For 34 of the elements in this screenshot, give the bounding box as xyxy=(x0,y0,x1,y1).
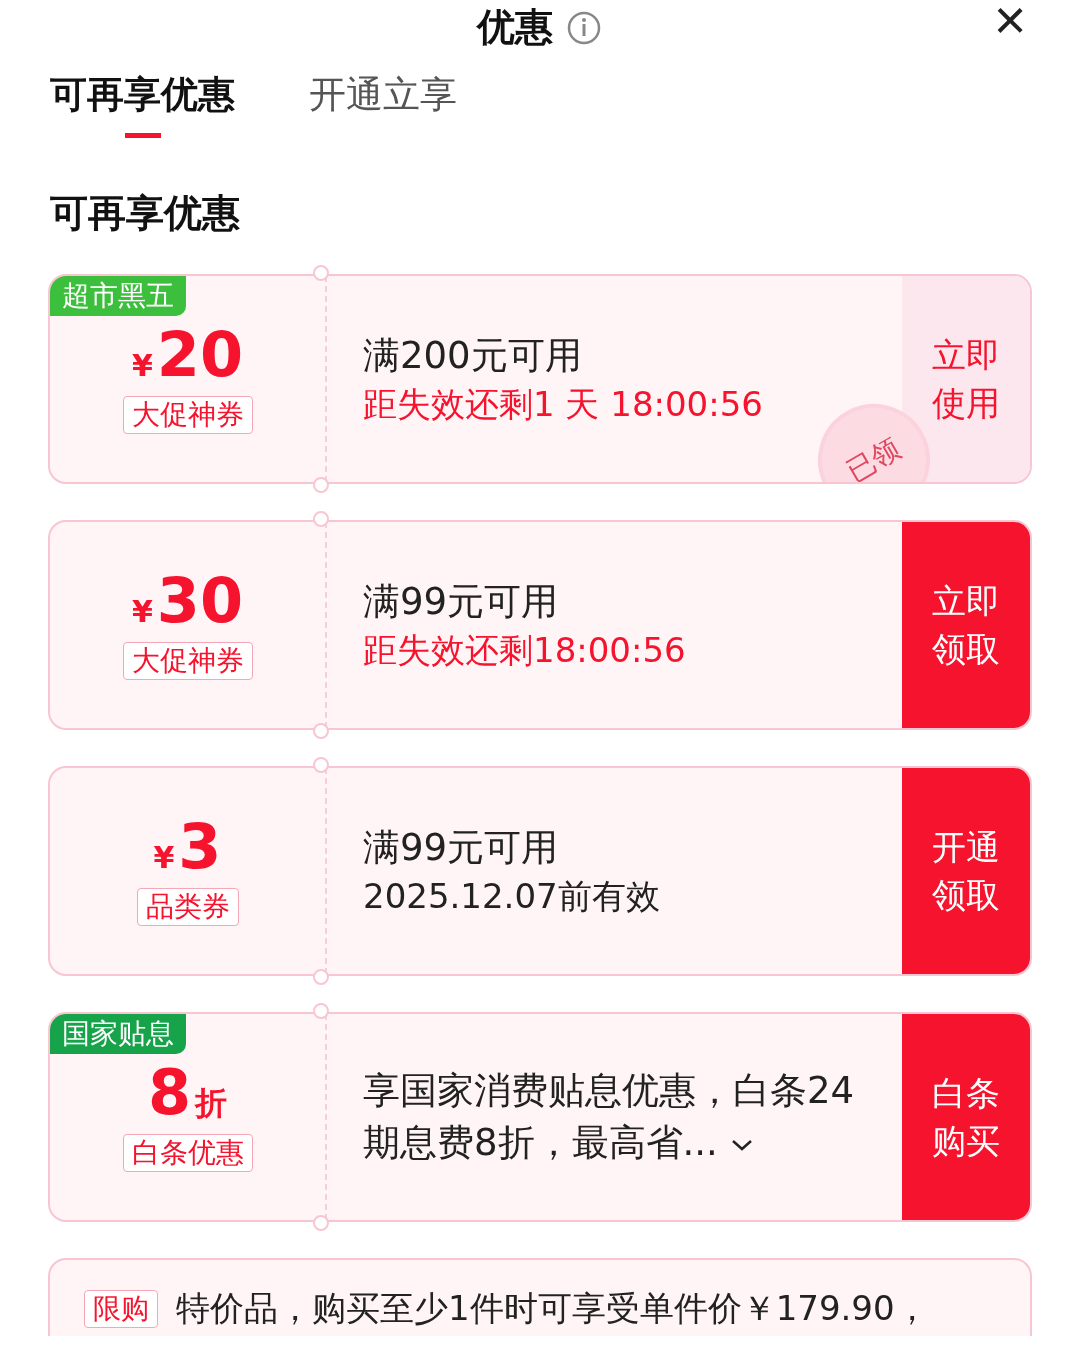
coupon-tag: 超市黑五 xyxy=(50,276,186,316)
coupon-validity: 距失效还剩1 天 18:00:56 xyxy=(363,383,764,426)
coupon-tag: 国家贴息 xyxy=(50,1014,186,1054)
coupon-condition: 满99元可用 xyxy=(363,579,560,625)
notice-text: 特价品，购买至少1件时可享受单件价￥179.90， xyxy=(176,1287,929,1330)
coupon-amount: 20 xyxy=(156,324,244,386)
discount-value: 8 xyxy=(147,1062,192,1124)
coupon-action-button[interactable]: 白条购买 xyxy=(902,1014,1030,1220)
coupon-action-button[interactable]: 立即领取 xyxy=(902,522,1030,728)
close-button[interactable]: × xyxy=(986,0,1034,40)
tab[interactable]: 开通立享 xyxy=(309,70,457,120)
active-tab-indicator xyxy=(124,133,161,138)
coupon-condition: 满200元可用 xyxy=(363,333,583,379)
tab[interactable]: 可再享优惠 xyxy=(50,70,235,120)
coupon-type-label: 白条优惠 xyxy=(122,1134,253,1172)
coupon-type-label: 品类券 xyxy=(136,888,239,926)
coupon-amount: 3 xyxy=(178,816,222,878)
currency-symbol: ¥ xyxy=(131,597,153,627)
info-icon[interactable] xyxy=(567,10,601,45)
limit-badge: 限购 xyxy=(84,1290,158,1328)
coupon-condition: 享国家消费贴息优惠，白条24期息费8折，最高省... xyxy=(363,1068,856,1166)
coupon-action-button[interactable]: 开通领取 xyxy=(902,768,1030,974)
currency-symbol: ¥ xyxy=(131,351,153,381)
coupon-validity: 距失效还剩18:00:56 xyxy=(363,629,687,672)
coupon-action-button[interactable]: 立即使用 xyxy=(902,276,1030,482)
coupon-type-label: 大促神券 xyxy=(122,642,253,680)
coupon-condition: 满99元可用 xyxy=(363,825,560,871)
page-title: 优惠 xyxy=(477,4,553,51)
coupon-validity: 2025.12.07前有效 xyxy=(363,875,661,918)
coupon-amount: 30 xyxy=(156,570,244,632)
coupon-type-label: 大促神券 xyxy=(122,396,253,434)
section-title: 可再享优惠 xyxy=(50,190,241,236)
discount-unit: 折 xyxy=(195,1087,228,1119)
currency-symbol: ¥ xyxy=(153,843,175,873)
